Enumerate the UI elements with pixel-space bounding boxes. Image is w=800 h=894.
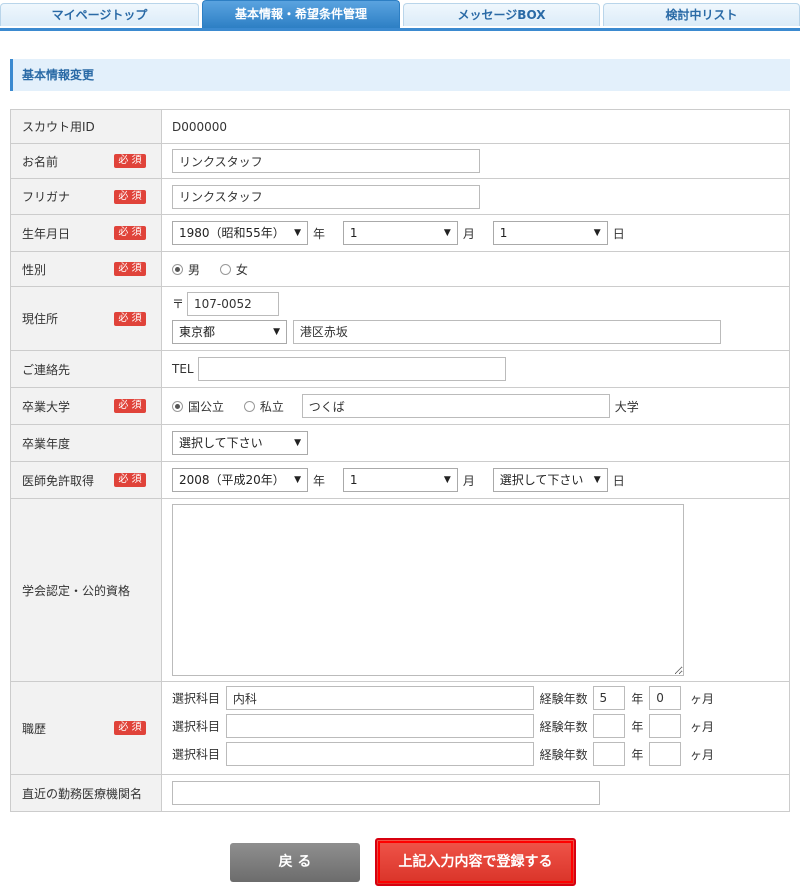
field-label: 直近の勤務医療機関名 — [10, 774, 162, 812]
chevron-down-icon: ▼ — [443, 228, 451, 238]
tab-shortlist[interactable]: 検討中リスト — [603, 3, 800, 26]
kana-input[interactable] — [172, 184, 480, 209]
birth-day-select[interactable]: 1 ▼ — [492, 221, 608, 245]
back-button[interactable]: 戻 る — [230, 843, 360, 882]
career-row: 選択科目 経験年数 年 ヶ月 — [172, 686, 789, 714]
field-label: 卒業年度 — [10, 424, 162, 462]
career-months-input[interactable] — [649, 742, 682, 766]
required-badge: 必 須 — [114, 311, 146, 326]
career-subject-input[interactable] — [225, 686, 534, 710]
required-badge: 必 須 — [114, 154, 146, 168]
field-label: 性別必 須 — [10, 251, 162, 287]
career-years-input[interactable] — [592, 742, 625, 766]
row-grad-year: 卒業年度 選択して下さい ▼ — [10, 424, 790, 462]
license-month-select[interactable]: 1 ▼ — [342, 468, 458, 492]
license-day-select[interactable]: 選択して下さい ▼ — [492, 468, 608, 492]
field-label: フリガナ必 須 — [10, 178, 162, 215]
row-contact: ご連絡先 TEL — [10, 350, 790, 388]
submit-button[interactable]: 上記入力内容で登録する — [375, 838, 576, 886]
gender-male-radio[interactable] — [172, 263, 183, 275]
gender-female-radio[interactable] — [219, 263, 231, 275]
university-name-input[interactable] — [301, 394, 610, 418]
row-address: 現住所必 須 〒 東京都▼ — [10, 286, 790, 351]
required-badge: 必 須 — [114, 721, 146, 735]
postal-code-input[interactable] — [187, 291, 280, 316]
field-label: 卒業大学必 須 — [10, 387, 162, 425]
top-tab-bar: マイページトップ 基本情報・希望条件管理 メッセージBOX 検討中リスト — [0, 0, 800, 31]
row-recent-hospital: 直近の勤務医療機関名 — [10, 774, 790, 812]
certification-textarea[interactable] — [172, 504, 684, 676]
career-years-input[interactable] — [592, 686, 625, 710]
chevron-down-icon: ▼ — [273, 326, 280, 337]
row-gender: 性別必 須 男 女 — [10, 251, 790, 287]
chevron-down-icon: ▼ — [294, 228, 301, 238]
row-kana: フリガナ必 須 — [10, 178, 790, 215]
chevron-down-icon: ▼ — [593, 475, 601, 485]
row-certification: 学会認定・公的資格 — [10, 498, 790, 682]
tab-mypage-top[interactable]: マイページトップ — [0, 3, 199, 26]
required-badge: 必 須 — [114, 262, 146, 276]
row-university: 卒業大学必 須 国公立 私立 大学 — [10, 387, 790, 425]
prefecture-select[interactable]: 東京都 ▼ — [172, 319, 287, 344]
field-label: ご連絡先 — [10, 350, 162, 388]
birth-year-select[interactable]: 1980（昭和55年） ▼ — [172, 221, 308, 245]
field-label: 職歴必 須 — [10, 681, 162, 775]
scout-id-value: D000000 — [161, 109, 790, 144]
field-label: お名前必 須 — [10, 143, 162, 179]
chevron-down-icon: ▼ — [294, 475, 301, 485]
career-subject-input[interactable] — [225, 714, 534, 738]
required-badge: 必 須 — [114, 189, 146, 204]
postal-mark: 〒 — [172, 297, 185, 311]
field-label: 医師免許取得必 須 — [10, 461, 162, 499]
career-row: 選択科目 経験年数 年 ヶ月 — [172, 714, 789, 742]
required-badge: 必 須 — [114, 399, 146, 413]
career-subject-input[interactable] — [225, 742, 534, 766]
tab-message-box[interactable]: メッセージBOX — [403, 3, 600, 26]
tab-basic-info[interactable]: 基本情報・希望条件管理 — [202, 0, 400, 28]
career-row: 選択科目 経験年数 年 ヶ月 — [172, 742, 789, 770]
name-input[interactable] — [172, 149, 480, 173]
basic-info-form: スカウト用ID D000000 お名前必 須 フリガナ必 須 生年月日必 須 1… — [10, 109, 790, 812]
tel-input[interactable] — [197, 357, 506, 381]
required-badge: 必 須 — [114, 473, 146, 487]
career-years-input[interactable] — [592, 714, 625, 738]
birth-month-select[interactable]: 1 ▼ — [342, 221, 458, 245]
chevron-down-icon: ▼ — [443, 475, 451, 485]
row-birthdate: 生年月日必 須 1980（昭和55年） ▼ 年 1 ▼ 月 1 ▼ 日 — [10, 214, 790, 252]
row-career: 職歴必 須 選択科目 経験年数 年 ヶ月 選択科目 経験年数 年 ヶ月 — [10, 681, 790, 775]
license-year-select[interactable]: 2008（平成20年） ▼ — [172, 468, 308, 492]
university-public-radio[interactable] — [172, 400, 183, 412]
field-label: 現住所必 須 — [10, 286, 162, 351]
chevron-down-icon: ▼ — [294, 438, 301, 448]
field-label: 生年月日必 須 — [10, 214, 162, 252]
grad-year-select[interactable]: 選択して下さい ▼ — [172, 431, 308, 455]
required-badge: 必 須 — [114, 226, 146, 240]
recent-hospital-input[interactable] — [172, 781, 600, 805]
university-private-radio[interactable] — [243, 400, 255, 412]
section-title: 基本情報変更 — [10, 59, 790, 91]
city-input[interactable] — [292, 319, 721, 344]
career-months-input[interactable] — [649, 686, 682, 710]
chevron-down-icon: ▼ — [593, 228, 601, 238]
row-scout-id: スカウト用ID D000000 — [10, 109, 790, 144]
row-name: お名前必 須 — [10, 143, 790, 179]
field-label: スカウト用ID — [10, 109, 162, 144]
field-label: 学会認定・公的資格 — [10, 498, 162, 682]
career-months-input[interactable] — [649, 714, 682, 738]
row-license: 医師免許取得必 須 2008（平成20年） ▼ 年 1 ▼ 月 選択して下さい ▼ 日 — [10, 461, 790, 499]
